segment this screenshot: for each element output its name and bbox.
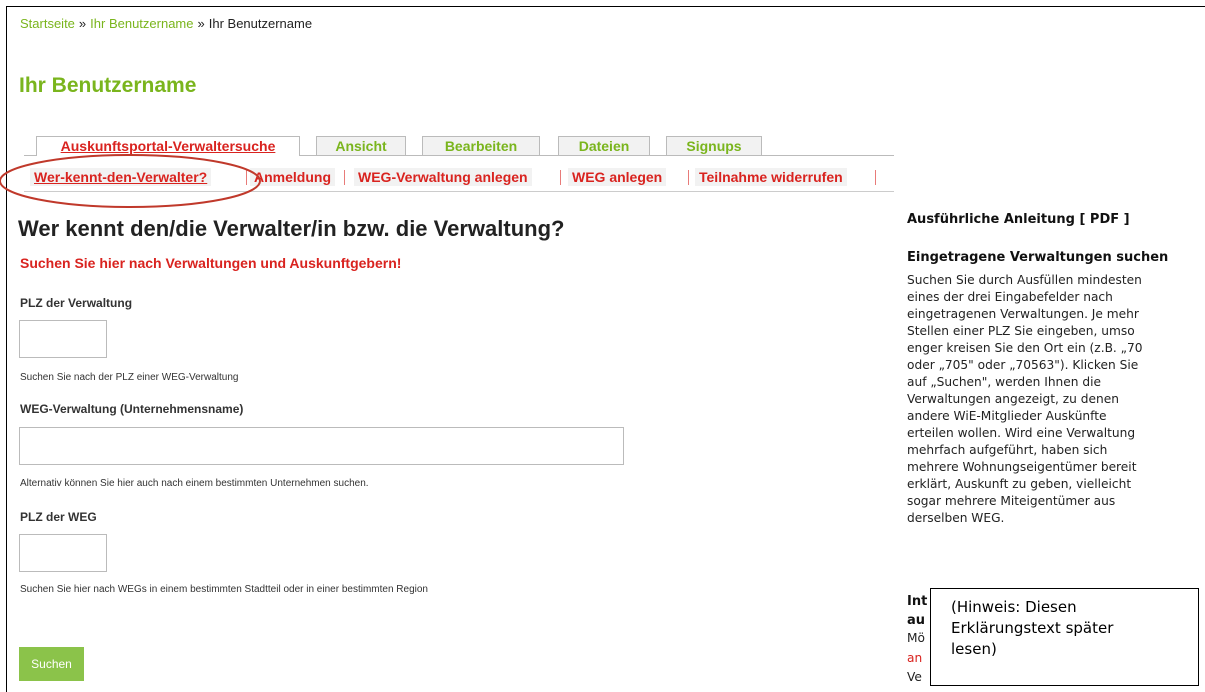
description-line: mehrfach aufgeführt, haben sich — [907, 443, 1108, 457]
search-button[interactable]: Suchen — [19, 647, 84, 681]
plz-input[interactable] — [19, 320, 107, 358]
description-line: eingetragenen Verwaltungen. Je mehr — [907, 307, 1139, 321]
guide-pdf-link[interactable]: Ausführliche Anleitung [ PDF ] — [907, 212, 1130, 227]
subtab-divider — [344, 170, 345, 185]
sidebar-cut-heading: au — [907, 613, 926, 628]
subtab-divider — [560, 170, 561, 185]
subtab-anmeldung[interactable]: Anmeldung — [250, 166, 335, 189]
description-line: erteilen wollen. Wird eine Verwaltung — [907, 426, 1136, 440]
note-line: (Hinweis: Diesen — [951, 598, 1077, 616]
tab-signups[interactable]: Signups — [666, 136, 762, 155]
form-subheading: Suchen Sie hier nach Verwaltungen und Au… — [20, 255, 402, 271]
description-line: oder „705" oder „70563"). Klicken Sie — [907, 358, 1139, 372]
tab-ansicht[interactable]: Ansicht — [316, 136, 406, 155]
description-line: erklärt, Auskunft zu geben, vielleicht — [907, 477, 1132, 491]
weg-plz-help: Suchen Sie hier nach WEGs in einem besti… — [20, 584, 428, 595]
weg-plz-input[interactable] — [19, 534, 107, 572]
form-heading: Wer kennt den/die Verwalter/in bzw. die … — [18, 216, 565, 241]
subtab-label: Teilnahme widerrufen — [695, 168, 847, 186]
annotation-note: (Hinweis: Diesen Erklärungstext später l… — [930, 588, 1199, 686]
description-line: eines der drei Eingabefelder nach — [907, 290, 1113, 304]
description-line: enger kreisen Sie den Ort ein (z.B. „70 — [907, 341, 1143, 355]
highlight-ellipse — [0, 154, 261, 208]
plz-help: Suchen Sie nach der PLZ einer WEG-Verwal… — [20, 372, 239, 383]
breadcrumb-user-link[interactable]: Ihr Benutzername — [90, 16, 193, 31]
description-line: Verwaltungen angezeigt, zu denen — [907, 392, 1119, 406]
description-line: Suchen Sie durch Ausfüllen mindesten — [907, 273, 1142, 287]
subtab-weg-anlegen[interactable]: WEG anlegen — [568, 166, 667, 189]
subtab-label: WEG anlegen — [568, 168, 667, 186]
breadcrumb-current: Ihr Benutzername — [208, 16, 313, 31]
weg-plz-label: PLZ der WEG — [20, 510, 97, 524]
description-line: andere WiE-Mitglieder Auskünfte — [907, 409, 1107, 423]
tab-dateien[interactable]: Dateien — [558, 136, 650, 155]
subtab-label: Anmeldung — [250, 168, 335, 186]
sidebar-cut-link[interactable]: an — [907, 651, 922, 665]
sidebar-cut-heading: Int — [907, 594, 928, 609]
company-help: Alternativ können Sie hier auch nach ein… — [20, 478, 369, 489]
description-line: Stellen einer PLZ Sie eingeben, umso — [907, 324, 1135, 338]
sidebar-description: Suchen Sie durch Ausfüllen mindesten ein… — [907, 272, 1205, 527]
breadcrumb-home-link[interactable]: Startseite — [20, 16, 75, 31]
description-line: sogar mehrere Miteigentümer aus — [907, 494, 1116, 508]
sidebar-cut-text: Mö — [907, 631, 925, 645]
description-line: mehrere Wohnungseigentümer bereit — [907, 460, 1137, 474]
description-line: derselben WEG. — [907, 511, 1005, 525]
company-input[interactable] — [19, 427, 624, 465]
breadcrumb: Startseite» Ihr Benutzername» Ihr Benutzer… — [20, 16, 312, 31]
note-line: Erklärungstext später — [951, 619, 1114, 637]
subtab-teilnahme-widerrufen[interactable]: Teilnahme widerrufen — [695, 166, 847, 189]
breadcrumb-separator: » — [78, 16, 87, 31]
note-line: lesen) — [951, 640, 997, 658]
subtab-label: WEG-Verwaltung anlegen — [354, 168, 532, 186]
subtab-divider — [688, 170, 689, 185]
page-title: Ihr Benutzername — [19, 74, 197, 97]
sidebar-section-title: Eingetragene Verwaltungen suchen — [907, 250, 1169, 265]
tab-bearbeiten[interactable]: Bearbeiten — [422, 136, 540, 155]
breadcrumb-separator: » — [197, 16, 205, 31]
subtab-divider — [875, 170, 876, 185]
sidebar-cut-text: Ve — [907, 670, 922, 684]
subtab-weg-verwaltung-anlegen[interactable]: WEG-Verwaltung anlegen — [354, 166, 532, 189]
company-label: WEG-Verwaltung (Unternehmensname) — [20, 402, 244, 416]
description-line: auf „Suchen", werden Ihnen die — [907, 375, 1101, 389]
plz-label: PLZ der Verwaltung — [20, 296, 133, 310]
